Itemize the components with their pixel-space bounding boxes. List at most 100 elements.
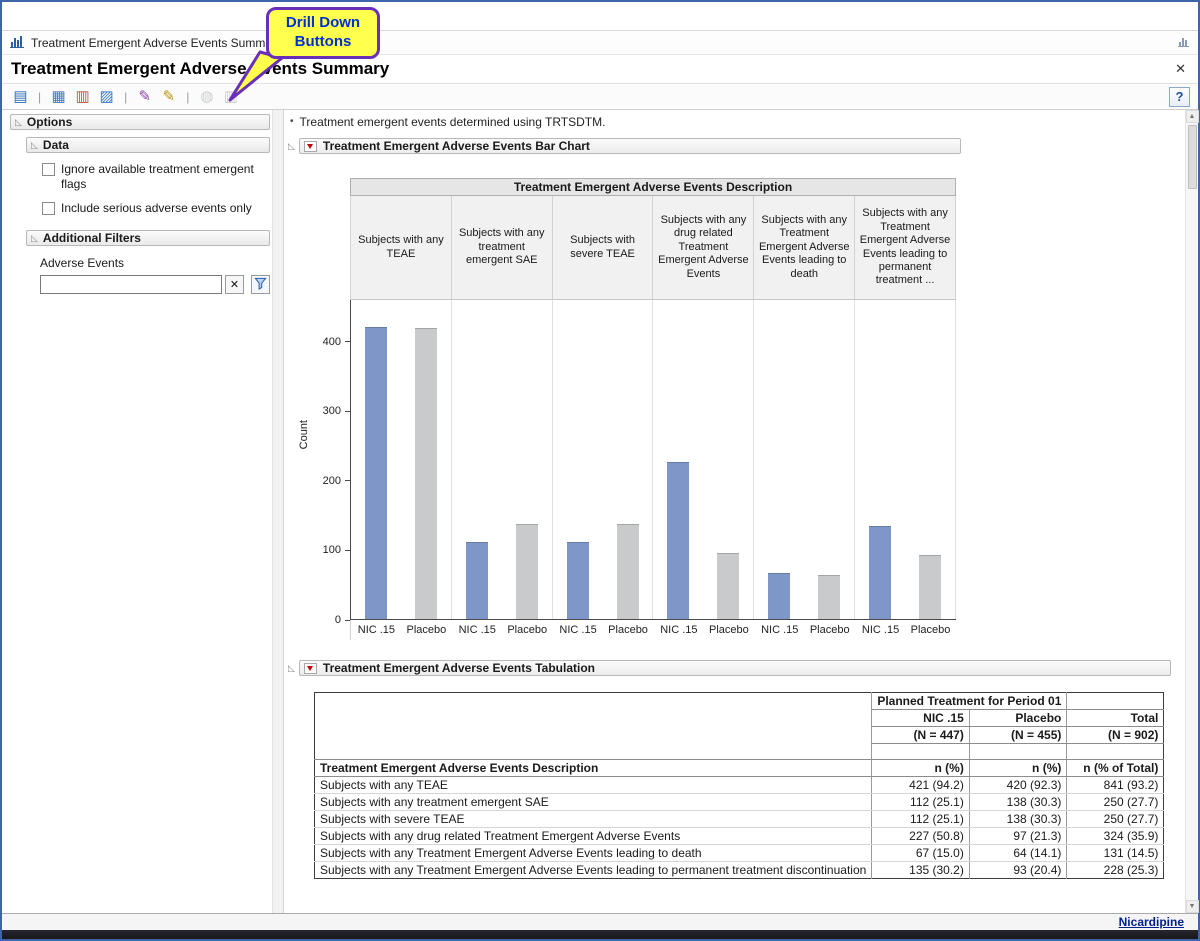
row-header-cell: Treatment Emergent Adverse Events Descri… — [315, 760, 872, 777]
bar-placebo[interactable] — [919, 555, 941, 620]
bar-chart-outline-bar[interactable]: Treatment Emergent Adverse Events Bar Ch… — [299, 138, 961, 154]
measure-header-cell: n (%) — [872, 760, 970, 777]
y-axis-line — [350, 300, 351, 620]
apply-filter-button[interactable] — [251, 275, 270, 294]
value-cell: 135 (30.2) — [872, 862, 970, 879]
table-row: Subjects with any Treatment Emergent Adv… — [315, 845, 1164, 862]
panel-splitter[interactable] — [272, 110, 284, 913]
disclosure-triangle-icon[interactable]: ◺ — [15, 118, 22, 127]
close-icon[interactable]: ✕ — [1172, 61, 1189, 77]
bar-nic-15[interactable] — [365, 327, 387, 620]
bar-nic-15[interactable] — [869, 526, 891, 620]
value-cell: 421 (94.2) — [872, 777, 970, 794]
chart-plot-cell — [855, 300, 956, 620]
adverse-events-input[interactable] — [40, 275, 222, 294]
red-triangle-menu-button[interactable] — [304, 663, 317, 674]
checkbox[interactable] — [42, 202, 55, 215]
journal-button[interactable]: ▥ — [72, 86, 93, 107]
page-title: Treatment Emergent Adverse Events Summar… — [11, 59, 389, 79]
x-tick-labels: NIC .15Placebo — [754, 620, 855, 640]
scroll-down-icon[interactable]: ▼ — [1186, 900, 1199, 913]
x-tick-label: Placebo — [604, 624, 652, 640]
bar-nic-15[interactable] — [768, 573, 790, 620]
tabulation-section-title: Treatment Emergent Adverse Events Tabula… — [323, 661, 595, 675]
row-label-cell: Subjects with any TEAE — [315, 777, 872, 794]
value-cell: 227 (50.8) — [872, 828, 970, 845]
bar-nic-15[interactable] — [567, 542, 589, 620]
disclosure-triangle-icon[interactable]: ◺ — [31, 141, 38, 150]
titlebar-title: Treatment Emergent Adverse Events Summa — [31, 36, 272, 50]
checkbox[interactable] — [42, 163, 55, 176]
notes-button[interactable]: ✎ — [134, 86, 155, 107]
chart-columns: Subjects with any TEAENIC .15PlaceboSubj… — [350, 196, 956, 640]
chart-category-column: Subjects with any Treatment Emergent Adv… — [855, 196, 956, 640]
help-button[interactable]: ? — [1169, 87, 1190, 107]
disclosure-triangle-icon[interactable]: ◺ — [288, 142, 295, 151]
n-cell: (N = 455) — [969, 727, 1067, 744]
chart-category-column: Subjects with any drug related Treatment… — [653, 196, 754, 640]
chart-plot-cell — [553, 300, 654, 620]
data-table-icon: ▦ — [52, 89, 66, 104]
toolbar: ▤|▦▥▨|✎✎|◍▥ ? — [2, 83, 1198, 110]
group-header-cell: Planned Treatment for Period 01 — [872, 693, 1067, 710]
bar-placebo[interactable] — [516, 524, 538, 620]
clear-filter-button[interactable]: ✕ — [225, 275, 244, 294]
table-row: Subjects with any treatment emergent SAE… — [315, 794, 1164, 811]
bar-nic-15[interactable] — [667, 462, 689, 620]
y-tick-label: 400 — [323, 336, 341, 348]
callout-tail — [224, 50, 286, 107]
bar-nic-15[interactable] — [466, 542, 488, 620]
red-triangle-menu-button[interactable] — [304, 141, 317, 152]
x-tick-labels: NIC .15Placebo — [452, 620, 553, 640]
toolbar-separator: | — [186, 90, 189, 104]
additional-filters-outline-header[interactable]: ◺ Additional Filters — [26, 230, 270, 246]
row-label-cell: Subjects with any Treatment Emergent Adv… — [315, 862, 872, 879]
chart-category-header: Subjects with severe TEAE — [553, 196, 654, 300]
page-title-row: Treatment Emergent Adverse Events Summar… — [2, 55, 1198, 83]
globe-button[interactable]: ◍ — [196, 86, 217, 107]
scrollbar-thumb[interactable] — [1188, 125, 1197, 189]
vertical-scrollbar[interactable]: ▲ ▼ — [1185, 110, 1198, 913]
x-tick-label: NIC .15 — [655, 624, 703, 640]
bar-chart-section-title: Treatment Emergent Adverse Events Bar Ch… — [323, 139, 590, 153]
blank-cell — [315, 693, 872, 760]
y-tick: 400 — [323, 336, 350, 348]
bar-placebo[interactable] — [717, 553, 739, 620]
value-cell: 131 (14.5) — [1067, 845, 1164, 862]
clear-icon: ✕ — [230, 278, 239, 291]
sidebar-checkbox-list: Ignore available treatment emergent flag… — [10, 162, 272, 216]
bar-placebo[interactable] — [415, 328, 437, 620]
script-button[interactable]: ✎ — [158, 86, 179, 107]
x-tick-label: Placebo — [503, 624, 551, 640]
scroll-up-icon[interactable]: ▲ — [1186, 110, 1199, 123]
y-tick: 0 — [335, 614, 350, 626]
additional-filters-label: Additional Filters — [43, 231, 141, 245]
value-cell: 93 (20.4) — [969, 862, 1067, 879]
x-tick-label: Placebo — [402, 624, 450, 640]
data-outline-header[interactable]: ◺ Data — [26, 137, 270, 153]
funnel-icon — [254, 277, 267, 293]
bar-placebo[interactable] — [617, 524, 639, 620]
bar-placebo[interactable] — [818, 575, 840, 620]
tabulation-outline-bar[interactable]: Treatment Emergent Adverse Events Tabula… — [299, 660, 1171, 676]
help-icon: ? — [1176, 89, 1184, 104]
disclosure-triangle-icon[interactable]: ◺ — [288, 664, 295, 673]
report-button[interactable]: ▤ — [10, 86, 31, 107]
x-tick-labels: NIC .15Placebo — [553, 620, 654, 640]
value-cell: 64 (14.1) — [969, 845, 1067, 862]
save-report-button[interactable]: ▨ — [96, 86, 117, 107]
os-taskbar-strip — [2, 930, 1198, 939]
options-outline-header[interactable]: ◺ Options — [10, 114, 270, 130]
data-table-button[interactable]: ▦ — [48, 86, 69, 107]
options-label: Options — [27, 115, 72, 129]
titlebar-mini-chart-icon — [1178, 36, 1190, 50]
chart-category-column: Subjects with severe TEAE NIC .15Placebo — [553, 196, 654, 640]
content-area: ◺ Options ◺ Data Ignore available treatm… — [2, 110, 1198, 913]
study-link[interactable]: Nicardipine — [1119, 915, 1184, 929]
x-tick-label: Placebo — [806, 624, 854, 640]
disclosure-triangle-icon[interactable]: ◺ — [31, 234, 38, 243]
checkbox-label: Ignore available treatment emergent flag… — [61, 162, 266, 192]
options-panel: ◺ Options ◺ Data Ignore available treatm… — [2, 110, 272, 913]
data-label: Data — [43, 138, 69, 152]
y-tick: 100 — [323, 544, 350, 556]
